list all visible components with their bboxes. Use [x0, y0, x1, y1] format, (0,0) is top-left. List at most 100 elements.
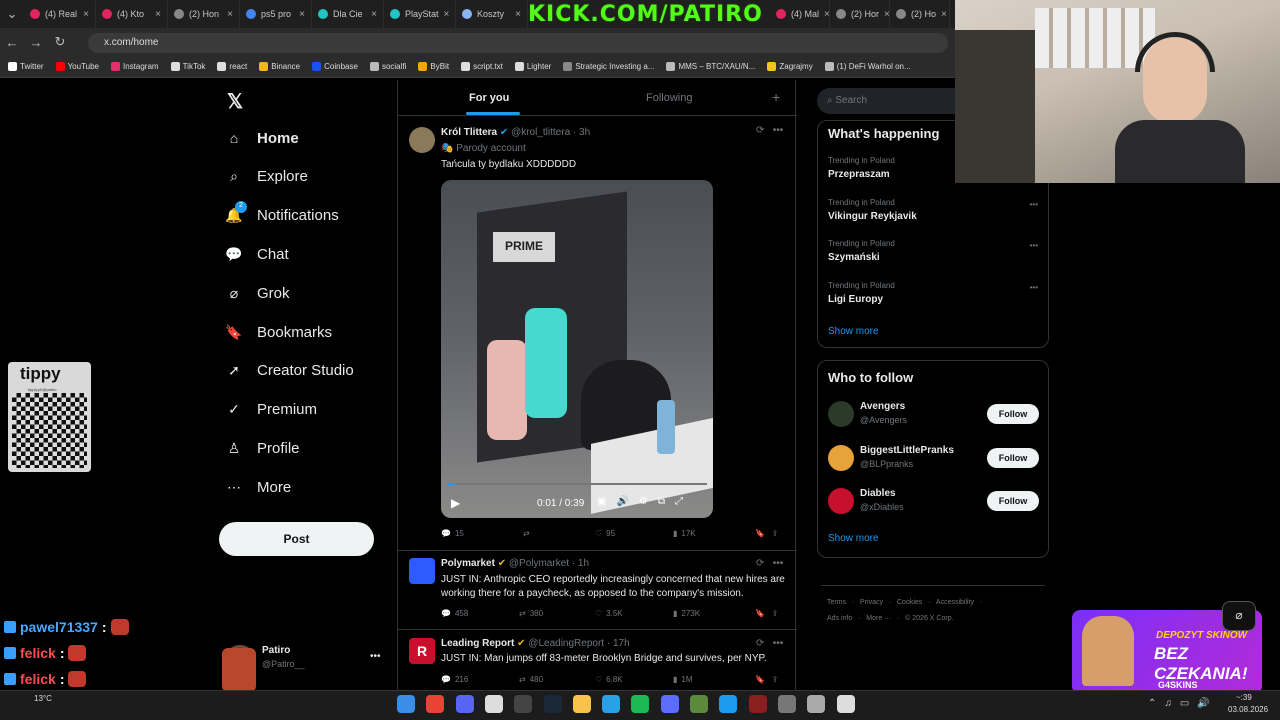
app-icon[interactable] [660, 695, 679, 713]
footer-links[interactable]: Terms · Privacy · Cookies · Accessibilit… [827, 599, 982, 606]
edge-icon[interactable] [602, 695, 621, 713]
close-icon[interactable]: × [444, 9, 450, 20]
browser-tab[interactable]: (2) Ho × [890, 0, 950, 28]
avatar[interactable]: R [409, 638, 435, 664]
nav-item-grok[interactable]: ⌀ Grok [225, 284, 290, 302]
close-icon[interactable]: × [824, 9, 829, 20]
like-button[interactable]: ♡ 6.8K [595, 675, 673, 684]
retweet-button[interactable]: ⇄ [523, 529, 595, 538]
browser-tab[interactable]: Dla Cie × [312, 0, 384, 28]
bookmark-share-icons[interactable]: 🔖 ⇪ [755, 675, 778, 684]
forward-icon[interactable]: → [24, 35, 48, 50]
system-tray[interactable]: ⌃♫▭🔊 [1148, 698, 1218, 709]
grok-float-icon[interactable]: ⌀ [1222, 601, 1256, 631]
tweet-menu-icon[interactable]: ⟳ ••• [756, 558, 783, 569]
address-bar[interactable]: x.com/home [88, 33, 948, 53]
tab-list-icon[interactable]: ⌄ [0, 6, 24, 22]
close-icon[interactable]: × [299, 9, 305, 20]
reply-button[interactable]: 💬 15 [441, 529, 523, 538]
nav-item-bookmarks[interactable]: 🔖 Bookmarks [225, 323, 332, 341]
avatar[interactable] [409, 558, 435, 584]
browser-tab[interactable]: Koszty × [456, 0, 528, 28]
video-progress-track[interactable] [447, 483, 707, 485]
author-name[interactable]: Polymarket [441, 558, 495, 569]
nav-item-notifications[interactable]: 🔔 2 Notifications [225, 200, 339, 225]
x-logo-icon[interactable]: 𝕏 [227, 89, 243, 114]
video-controls-icons[interactable]: ▣🔊⚙⧉⤢ [597, 496, 693, 507]
steam-icon[interactable] [543, 695, 562, 713]
trend-more-icon[interactable]: ••• [1030, 283, 1038, 292]
browser-tab[interactable]: ps5 pro × [240, 0, 312, 28]
nav-item-creator-studio[interactable]: ➚ Creator Studio [225, 362, 354, 380]
trend-item[interactable]: Trending in Poland Ligi Europy ••• [828, 281, 1040, 317]
nav-item-more[interactable]: ⋯ More [225, 478, 291, 496]
bookmark-item[interactable]: Twitter [8, 62, 44, 71]
views-button[interactable]: ▮ 17K [673, 529, 755, 538]
bookmark-item[interactable]: script.txt [461, 62, 503, 71]
reply-button[interactable]: 💬 458 [441, 609, 519, 618]
browser-tab[interactable]: (2) Hor × [830, 0, 890, 28]
nav-item-chat[interactable]: 💬 Chat [225, 245, 288, 263]
author-name[interactable]: Król Tlittera [441, 127, 497, 138]
close-icon[interactable]: × [83, 9, 89, 20]
views-button[interactable]: ▮ 1M [673, 675, 755, 684]
follow-account-name[interactable]: Diables [860, 488, 896, 499]
x-app-icon[interactable] [719, 695, 738, 713]
browser-tab[interactable]: (4) Kto × [96, 0, 168, 28]
discord-icon[interactable] [455, 695, 474, 713]
bookmark-item[interactable]: Coinbase [312, 62, 358, 71]
game-icon[interactable] [748, 695, 767, 713]
trend-item[interactable]: Trending in Poland Szymański ••• [828, 239, 1040, 275]
notepad-icon[interactable] [484, 695, 503, 713]
bookmark-item[interactable]: Zagrajmy [767, 62, 813, 71]
retweet-button[interactable]: ⇄ 480 [519, 675, 595, 684]
bookmark-item[interactable]: YouTube [55, 62, 99, 71]
obs-icon[interactable] [514, 695, 533, 713]
browser-tab[interactable]: (4) Real × [24, 0, 96, 28]
close-icon[interactable]: × [371, 9, 377, 20]
bookmark-item[interactable]: react [217, 62, 247, 71]
tweet-menu-icon[interactable]: ⟳ ••• [756, 125, 783, 136]
explorer-icon[interactable] [572, 695, 591, 713]
author-handle[interactable]: @krol_tlittera · 3h [511, 127, 590, 138]
views-button[interactable]: ▮ 273K [673, 609, 755, 618]
bookmark-item[interactable]: Strategic Investing a... [563, 62, 654, 71]
bookmark-share-icons[interactable]: 🔖 ⇪ [755, 529, 778, 538]
bookmark-item[interactable]: ByBit [418, 62, 449, 71]
bookmark-share-icons[interactable]: 🔖 ⇪ [755, 609, 778, 618]
bookmark-item[interactable]: Binance [259, 62, 300, 71]
trend-more-icon[interactable]: ••• [1030, 200, 1038, 209]
add-feed-icon[interactable]: + [772, 89, 780, 105]
follow-button[interactable]: Follow [987, 491, 1039, 511]
browser-tab[interactable]: PlayStat × [384, 0, 456, 28]
spotify-icon[interactable] [631, 695, 650, 713]
footer-links-2[interactable]: Ads info · More ··· · © 2026 X Corp. [827, 615, 954, 622]
bookmark-item[interactable]: socialfi [369, 62, 406, 71]
tab-following[interactable]: Following [646, 92, 692, 104]
show-more-follow[interactable]: Show more [828, 533, 879, 544]
follow-button[interactable]: Follow [987, 404, 1039, 424]
follow-button[interactable]: Follow [987, 447, 1039, 468]
back-icon[interactable]: ← [0, 35, 24, 50]
like-button[interactable]: ♡ 3.5K [595, 609, 673, 618]
tweet-menu-icon[interactable]: ⟳ ••• [756, 638, 783, 649]
show-more-trends[interactable]: Show more [828, 326, 879, 337]
close-icon[interactable]: × [884, 9, 889, 20]
bookmark-item[interactable]: (1) DeFi Warhol on... [824, 62, 911, 71]
reply-button[interactable]: 💬 216 [441, 675, 519, 684]
nav-item-home[interactable]: ⌂ Home [225, 129, 299, 147]
browser-tab[interactable]: (2) Hon × [168, 0, 240, 28]
avatar[interactable] [828, 488, 854, 514]
follow-account-name[interactable]: BiggestLittlePranks [860, 445, 954, 456]
retweet-button[interactable]: ⇄ 380 [519, 609, 595, 618]
author-handle[interactable]: @Polymarket · 1h [509, 558, 589, 569]
follow-account-name[interactable]: Avengers [860, 401, 905, 412]
video-player[interactable]: PRIME ▶ 0:01 / 0:39 ▣🔊⚙⧉⤢ [441, 180, 713, 518]
bookmark-item[interactable]: TikTok [170, 62, 205, 71]
tab-for-you[interactable]: For you [469, 92, 509, 104]
close-icon[interactable]: × [515, 9, 521, 20]
close-icon[interactable]: × [941, 9, 947, 20]
bookmark-item[interactable]: Instagram [111, 62, 159, 71]
account-more-icon[interactable]: ••• [370, 651, 381, 662]
author-handle[interactable]: @LeadingReport · 17h [528, 638, 629, 649]
